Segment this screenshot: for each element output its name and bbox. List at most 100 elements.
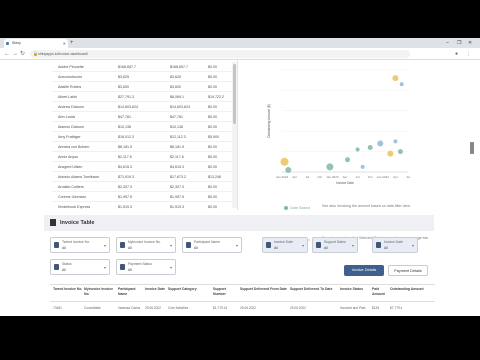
x-tick-label: Apr [393,175,398,179]
table-cell: $1,957.5 [118,195,132,199]
menu-icon[interactable]: ⋮ [466,50,471,58]
filter-select[interactable]: Invoice Date All ▾ [262,237,308,253]
filter-select[interactable]: Myinvoice Invoice No. All ▾ [116,237,176,253]
scroll-thumb[interactable] [233,64,236,124]
table-cell: Annie Anyon [58,155,79,159]
data-point[interactable] [397,149,403,155]
reload-icon[interactable]: ↻ [20,50,25,58]
table-row[interactable]: Kinderbook Express $1,519.3 $1,519.3 $0.00 [52,202,232,210]
table-row[interactable]: Andrew Dickson $14,603,624 $14,603,624 $0.0… [52,102,232,112]
calendar-icon [120,264,125,270]
table-row[interactable]: Antonio Adams Tomlinson $71,919.3 $17,673.… [52,172,232,182]
table-cell: Amy Fratbiger [58,135,81,139]
address-bar[interactable]: 🔒 shinyapps.io/invoice-dashboard/ [30,50,410,58]
data-point[interactable] [367,145,373,151]
filter-select[interactable]: Payment Status All ▾ [116,259,176,275]
column-header[interactable]: Participant Name [118,287,144,296]
data-point[interactable] [345,157,351,163]
table-cell: $0.00 [208,205,217,209]
table-row[interactable]: Ansgerd Ullsen $4,615.3 $4,615.3 $0.00 [52,162,232,172]
table-row[interactable]: Albert Lahiri $27,791.3 $8,069.1 $19,722.2 [52,92,232,102]
minimize-button[interactable]: – [446,38,449,48]
table-cell: $13,246 [208,175,221,179]
column-header[interactable]: Myinvoice Invoice No. [84,287,117,296]
column-header[interactable]: Outstanding Amount [390,287,434,292]
back-icon[interactable]: ← [4,50,10,58]
table-cell: Vanessa Carlos [118,306,141,310]
chevron-down-icon: ▾ [301,243,304,248]
column-header[interactable]: Invoice Status [340,287,370,292]
column-header[interactable]: Invoice Date [145,287,167,292]
data-point[interactable] [399,82,404,87]
invoice-section-header: Invoice Table [44,215,434,231]
table-cell: $0.00 [208,165,217,169]
tab-bar: Shiny ✕ + – ❐ ✕ [0,38,480,48]
data-point[interactable] [392,75,399,82]
data-point[interactable] [280,157,289,166]
payment-details-button[interactable]: Payment Details [388,265,428,276]
filter-select[interactable]: Invoice Date All ▾ [372,237,418,253]
table-row[interactable]: Adobe Pirouette $168,657.7 $168,657.7 $0.00 [52,62,232,72]
table-row[interactable]: Annie Anyon $2,117.6 $2,117.6 $0.00 [52,152,232,162]
page-scrollbar[interactable] [470,142,474,154]
table-row[interactable]: Arnaldo Cottlers $2,307.3 $2,307.3 $0.00 [52,182,232,192]
filter-label: Tweed Invoice No. [62,240,90,244]
filter-value: All [324,246,328,250]
x-tick-label: Oct [368,175,373,179]
table-cell: 29.06.2022 [290,306,306,310]
table-cell: $0.00 [208,155,217,159]
legend-item[interactable]: Date Based [284,205,310,211]
browser-window: Shiny ✕ + – ❐ ✕ ← → ↻ 🔒 shinyapps.io/inv… [0,38,480,316]
column-header[interactable]: Support Number [213,287,239,296]
url-text: shinyapps.io/invoice-dashboard/ [38,52,89,56]
browser-tab[interactable]: Shiny ✕ [4,39,68,48]
invoice-details-button[interactable]: Invoice Details [344,265,384,276]
table-row[interactable]: Amy Fratbiger $18,012.3 $12,112.3 $5,900 [52,132,232,142]
filter-select[interactable]: Support Dates All ▾ [312,237,358,253]
table-row[interactable]: Alex Lewis $47,781 $47,781 $0.00 [52,112,232,122]
table-row[interactable]: 73481 Consolidate Vanessa Carlos 29.06.2022… [50,303,435,313]
data-point[interactable] [285,166,292,173]
table-cell: $3,600 [118,85,129,89]
filter-select[interactable]: Participant Name All ▾ [182,237,242,253]
table-cell: Albert Lahiri [58,95,78,99]
filter-label: Invoice Date [274,240,293,244]
filter-select[interactable]: Tweed Invoice No. All ▾ [50,237,110,253]
close-window-button[interactable]: ✕ [468,38,472,48]
table-row[interactable]: Corinne Johnston $1,957.5 $1,957.5 $0.00 [52,192,232,202]
calendar-icon [316,242,321,248]
table-row[interactable]: Alamon Dickson $10,138 $10,138 $0.00 [52,122,232,132]
table-row[interactable]: Anneka von Bohem $8,181.9 $8,181.9 $0.00 [52,142,232,152]
data-point[interactable] [355,147,360,152]
table-cell: $47,781 [170,115,183,119]
data-point[interactable] [387,150,394,157]
filter-select[interactable]: Status All ▾ [50,259,110,275]
column-header[interactable]: Support Delivered From Date [240,287,288,292]
column-header[interactable]: Tweed Invoice No. [53,287,83,292]
forward-icon[interactable]: → [12,50,18,58]
table-cell: $3,600 [170,85,181,89]
table-cell: $10,138 [170,125,183,129]
legend-label: Date Based [290,206,310,210]
x-tick-label: Apr [292,175,297,179]
column-header[interactable]: Paid Amount [372,287,389,296]
table-row[interactable]: Aceconstructor $3,625 $3,625 $0.00 [52,72,232,82]
maximize-button[interactable]: ❐ [457,38,461,48]
tab-title: Shiny [12,41,21,45]
column-header[interactable]: Support Category [168,287,212,292]
filter-value: All [128,246,132,250]
calendar-icon [54,242,59,248]
table-cell: $0.00 [208,105,217,109]
table-scrollbar[interactable] [232,62,237,208]
column-header[interactable]: Support Delivered To Date [290,287,338,292]
data-point[interactable] [377,140,384,147]
data-point[interactable] [326,163,334,171]
new-tab-button[interactable]: + [70,38,74,48]
close-tab-icon[interactable]: ✕ [63,39,66,48]
data-point[interactable] [360,164,365,169]
table-row[interactable]: Adalife Robins $3,600 $3,600 $0.00 [52,82,232,92]
data-point[interactable] [393,139,398,144]
table-cell: Andrew Dickson [58,105,84,109]
table-cell: Antonio Adams Tomlinson [58,175,100,179]
profile-icon[interactable]: ● [455,50,458,58]
